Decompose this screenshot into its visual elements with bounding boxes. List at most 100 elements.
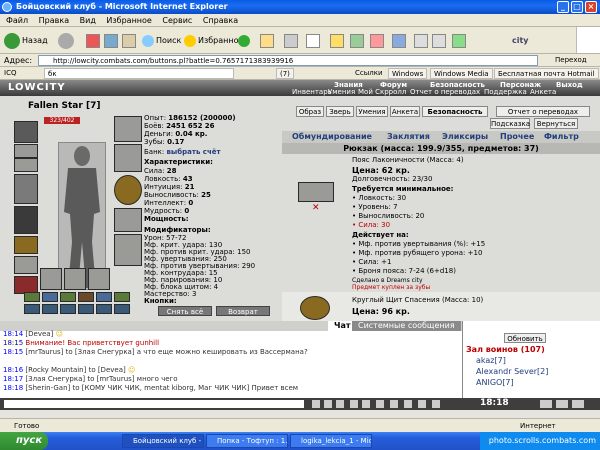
- tool-button-1[interactable]: [350, 31, 364, 50]
- icq-label[interactable]: ICQ: [4, 67, 16, 80]
- task-item[interactable]: Попка - Тофтуп : 1...: [206, 434, 288, 448]
- mods-header[interactable]: Модификаторы:: [144, 226, 211, 234]
- boots-slot[interactable]: [40, 268, 62, 290]
- hint-button[interactable]: Подсказка: [490, 118, 530, 129]
- armor-slot[interactable]: [14, 206, 38, 234]
- menu-view[interactable]: Вид: [80, 16, 96, 25]
- favorites-button[interactable]: Избранное: [184, 31, 243, 50]
- cat-equipment[interactable]: Обмундирование: [292, 131, 372, 143]
- menu-favorites[interactable]: Избранное: [106, 16, 151, 25]
- chat-input[interactable]: [4, 400, 304, 408]
- belt-item-11[interactable]: [96, 304, 112, 314]
- refresh-online-button[interactable]: Обновить: [504, 333, 546, 343]
- online-user[interactable]: akaz[7]: [476, 356, 506, 365]
- menu-help[interactable]: Справка: [203, 16, 238, 25]
- menu-edit[interactable]: Правка: [39, 16, 69, 25]
- tool-button-2[interactable]: [370, 31, 384, 50]
- nav-profile[interactable]: Анкета: [530, 88, 556, 96]
- back-button[interactable]: Назад: [4, 31, 48, 50]
- weapon-slot[interactable]: [14, 174, 38, 204]
- chat-tool-icon[interactable]: [418, 400, 426, 408]
- back-link[interactable]: Вернуться: [534, 118, 578, 129]
- shield-item-image[interactable]: [300, 296, 330, 320]
- belt-item-4[interactable]: [78, 292, 94, 302]
- menu-tools[interactable]: Сервис: [162, 16, 192, 25]
- mail-button[interactable]: [260, 31, 274, 50]
- link-hotmail[interactable]: Бесплатная почта Hotmail: [494, 68, 599, 79]
- belt-item-2[interactable]: [42, 292, 58, 302]
- chat-tool-icon[interactable]: [350, 400, 358, 408]
- remove-item-icon[interactable]: ✕: [312, 203, 320, 213]
- print-button[interactable]: [284, 31, 298, 50]
- media-button[interactable]: [238, 31, 252, 50]
- bank-link[interactable]: выбрать счёт: [167, 148, 221, 156]
- folder-button[interactable]: [330, 31, 344, 50]
- nav-transfers[interactable]: Отчет о переводах: [410, 88, 480, 96]
- belt-item-1[interactable]: [24, 292, 40, 302]
- forward-button[interactable]: [58, 31, 76, 50]
- cat-filter[interactable]: Фильтр: [544, 131, 579, 143]
- cat-elixirs[interactable]: Эликсиры: [442, 131, 488, 143]
- gloves-slot[interactable]: [114, 144, 142, 172]
- tab-beast[interactable]: Зверь: [326, 106, 354, 117]
- home-button[interactable]: [122, 31, 136, 50]
- maximize-button[interactable]: □: [571, 1, 583, 13]
- page-count[interactable]: (7): [276, 68, 294, 79]
- chat-tool-icon[interactable]: [362, 400, 370, 408]
- search-button[interactable]: Поиск: [142, 31, 181, 50]
- belt-item-12[interactable]: [114, 304, 130, 314]
- pocket-slot-1[interactable]: [64, 268, 86, 290]
- item2-name[interactable]: Круглый Щит Спасения: [352, 296, 440, 304]
- stats-header[interactable]: Характеристики:: [144, 158, 213, 166]
- chat-tool-icon[interactable]: [540, 400, 552, 408]
- link-windows-media[interactable]: Windows Media: [430, 68, 493, 79]
- ring-slot[interactable]: [14, 158, 38, 172]
- item1-name[interactable]: Пояс Лаконичности: [352, 156, 425, 164]
- tool-button-3[interactable]: [392, 31, 406, 50]
- belt-item-6[interactable]: [114, 292, 130, 302]
- nav-support[interactable]: Поддержка: [484, 88, 527, 96]
- cat-other[interactable]: Прочее: [500, 131, 534, 143]
- online-user[interactable]: ANIGO[7]: [476, 378, 514, 387]
- nav-scroll[interactable]: Мой Скрролл: [358, 88, 406, 96]
- tab-transfers[interactable]: Отчет о переводах: [496, 106, 590, 117]
- chat-tool-icon[interactable]: [432, 400, 440, 408]
- nav-skills[interactable]: Умения: [328, 88, 355, 96]
- belt-item-8[interactable]: [42, 304, 58, 314]
- chat-tool-icon[interactable]: [324, 400, 332, 408]
- tool-button-6[interactable]: [452, 31, 466, 50]
- belt-item-3[interactable]: [60, 292, 76, 302]
- belt-slot[interactable]: [14, 236, 38, 254]
- tab-skills[interactable]: Умения: [356, 106, 388, 117]
- edit-button[interactable]: [306, 31, 320, 50]
- task-item[interactable]: logika_lekcia_1 - Micr...: [290, 434, 372, 448]
- chat-tool-icon[interactable]: [390, 400, 398, 408]
- chat-tool-icon[interactable]: [336, 400, 344, 408]
- chat-tool-icon[interactable]: [556, 400, 568, 408]
- nav-exit[interactable]: Выход: [556, 81, 583, 89]
- chat-tool-icon[interactable]: [376, 400, 384, 408]
- power-header[interactable]: Мощность:: [144, 215, 189, 223]
- chat-tool-icon[interactable]: [404, 400, 412, 408]
- offhand-slot[interactable]: [114, 208, 142, 232]
- menu-file[interactable]: Файл: [6, 16, 28, 25]
- nav-inventory[interactable]: Инвентарь: [292, 88, 332, 96]
- remove-all-button[interactable]: Снять всё: [158, 306, 212, 316]
- chat-tool-icon[interactable]: [572, 400, 584, 408]
- refresh-button[interactable]: [104, 31, 118, 50]
- belt-item-5[interactable]: [96, 292, 112, 302]
- legs-slot[interactable]: [114, 234, 142, 266]
- stop-button[interactable]: [86, 31, 100, 50]
- address-input[interactable]: http://lowcity.combats.com/buttons.pl?ba…: [38, 55, 538, 66]
- belt-item-7[interactable]: [24, 304, 40, 314]
- toolbar-search-input[interactable]: бк: [44, 68, 234, 79]
- cat-spells[interactable]: Заклятия: [387, 131, 430, 143]
- tab-security[interactable]: Безопасность: [422, 106, 488, 117]
- tab-profile[interactable]: Анкета: [390, 106, 420, 117]
- buttons-header[interactable]: Кнопки:: [144, 297, 177, 305]
- belt-item-image[interactable]: [298, 182, 334, 202]
- pocket-slot-2[interactable]: [88, 268, 110, 290]
- earring-slot[interactable]: [114, 116, 142, 142]
- close-button[interactable]: ×: [585, 1, 597, 13]
- tab-image[interactable]: Образ: [296, 106, 324, 117]
